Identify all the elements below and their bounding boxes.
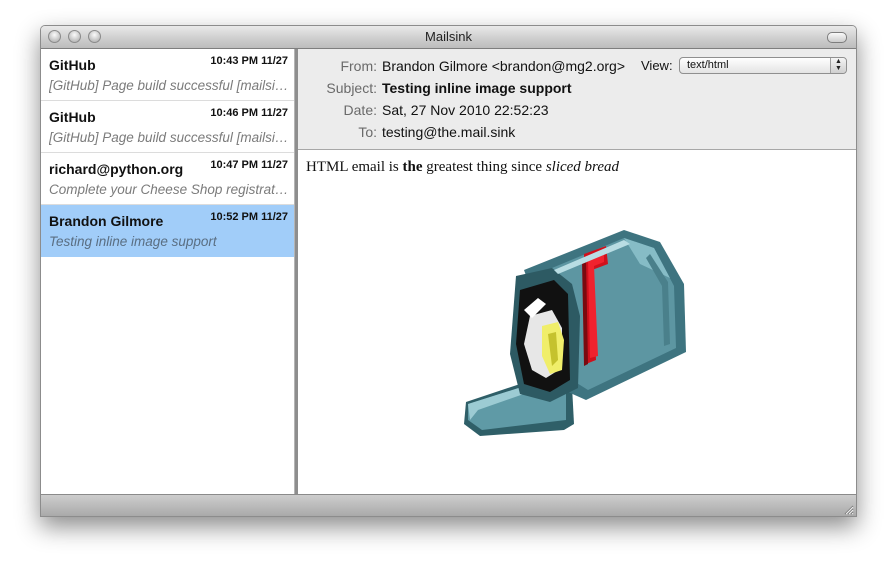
body-text-italic: sliced bread bbox=[545, 159, 619, 175]
body-text-part: HTML email is bbox=[306, 159, 403, 175]
view-label: View: bbox=[641, 58, 673, 73]
resize-grip-icon[interactable] bbox=[842, 503, 854, 515]
message-subject: [GitHub] Page build successful [mailsink… bbox=[49, 130, 289, 145]
message-list-item[interactable]: richard@python.org 10:47 PM 11/27 Comple… bbox=[41, 153, 294, 205]
chevron-updown-icon: ▲ ▼ bbox=[830, 58, 846, 73]
toolbar-toggle-button[interactable] bbox=[827, 32, 847, 43]
message-list-item[interactable]: GitHub 10:46 PM 11/27 [GitHub] Page buil… bbox=[41, 101, 294, 153]
mailbox-icon bbox=[464, 230, 686, 436]
message-subject: Complete your Cheese Shop registration bbox=[49, 182, 289, 197]
message-subject: [GitHub] Page build successful [mailsink… bbox=[49, 78, 289, 93]
to-value: testing@the.mail.sink bbox=[382, 124, 516, 140]
body-text-part: greatest thing since bbox=[422, 159, 546, 175]
message-body-text: HTML email is the greatest thing since s… bbox=[306, 159, 619, 176]
subject-label: Subject: bbox=[326, 80, 377, 96]
message-time: 10:46 PM 11/27 bbox=[210, 107, 288, 119]
status-bar bbox=[41, 494, 856, 516]
from-value: Brandon Gilmore <brandon@mg2.org> bbox=[382, 58, 626, 74]
subject-row: Subject: Testing inline image support bbox=[298, 80, 856, 100]
view-format-value: text/html bbox=[687, 59, 729, 71]
message-list-item-selected[interactable]: Brandon Gilmore 10:52 PM 11/27 Testing i… bbox=[41, 205, 294, 257]
date-row: Date: Sat, 27 Nov 2010 22:52:23 bbox=[298, 102, 856, 122]
view-format-select[interactable]: text/html ▲ ▼ bbox=[679, 57, 847, 74]
app-window: Mailsink GitHub 10:43 PM 11/27 [GitHub] … bbox=[40, 25, 857, 517]
date-label: Date: bbox=[343, 102, 377, 118]
subject-value: Testing inline image support bbox=[382, 80, 572, 96]
date-value: Sat, 27 Nov 2010 22:52:23 bbox=[382, 102, 549, 118]
message-subject: Testing inline image support bbox=[49, 234, 217, 249]
message-list-item[interactable]: GitHub 10:43 PM 11/27 [GitHub] Page buil… bbox=[41, 49, 294, 101]
message-sender: GitHub bbox=[49, 109, 96, 125]
message-header: From: Brandon Gilmore <brandon@mg2.org> … bbox=[298, 49, 856, 150]
message-view: From: Brandon Gilmore <brandon@mg2.org> … bbox=[298, 49, 856, 494]
window-title: Mailsink bbox=[425, 29, 472, 44]
message-time: 10:43 PM 11/27 bbox=[210, 55, 288, 67]
to-label: To: bbox=[358, 124, 377, 140]
message-sender: GitHub bbox=[49, 57, 96, 73]
message-time: 10:47 PM 11/27 bbox=[210, 159, 288, 171]
message-sender: Brandon Gilmore bbox=[49, 213, 164, 229]
title-bar[interactable]: Mailsink bbox=[41, 26, 856, 49]
from-label: From: bbox=[340, 58, 377, 74]
to-row: To: testing@the.mail.sink bbox=[298, 124, 856, 144]
message-list: GitHub 10:43 PM 11/27 [GitHub] Page buil… bbox=[41, 49, 295, 494]
message-time: 10:52 PM 11/27 bbox=[210, 211, 288, 223]
body-text-bold: the bbox=[402, 159, 423, 175]
message-sender: richard@python.org bbox=[49, 161, 184, 177]
